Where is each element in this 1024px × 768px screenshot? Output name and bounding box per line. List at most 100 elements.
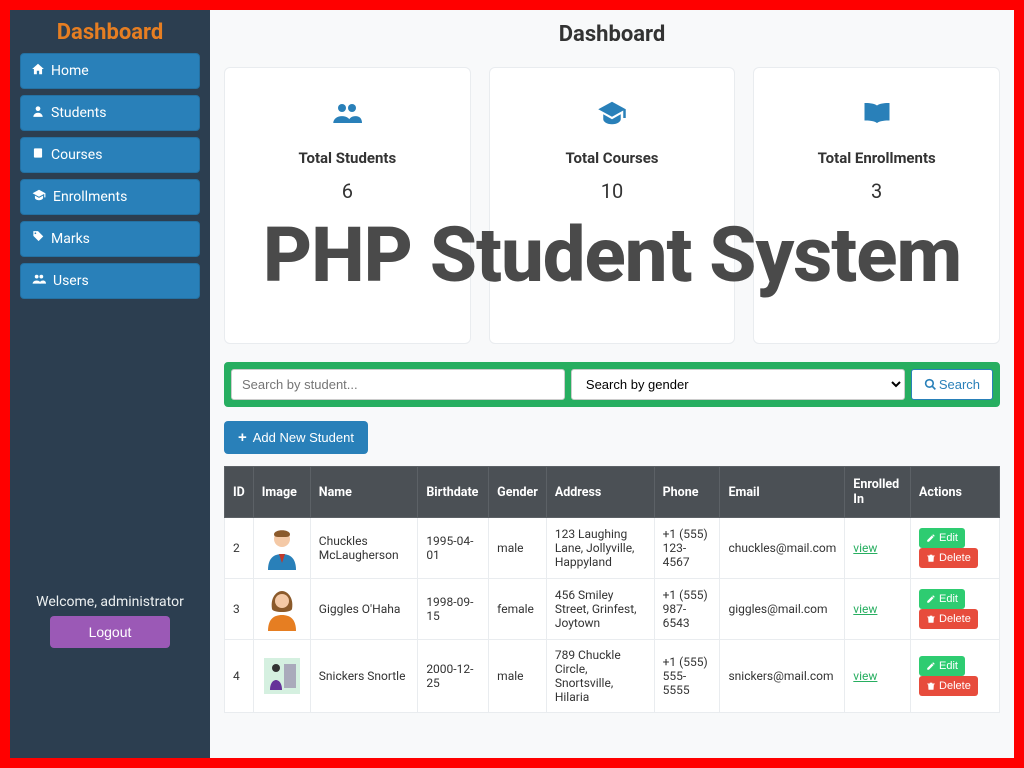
delete-button[interactable]: Delete bbox=[919, 609, 978, 629]
cell-id: 2 bbox=[225, 518, 254, 579]
cell-id: 4 bbox=[225, 640, 254, 713]
stat-card: Total Courses 10 bbox=[489, 67, 736, 344]
delete-button[interactable]: Delete bbox=[919, 676, 978, 696]
plus-icon: + bbox=[238, 429, 247, 446]
sidebar-item-label: Users bbox=[53, 273, 89, 289]
table-row: 3Giggles O'Haha1998-09-15female456 Smile… bbox=[225, 579, 1000, 640]
cell-gender: male bbox=[489, 640, 547, 713]
cell-actions: EditDelete bbox=[911, 640, 1000, 713]
card-label: Total Courses bbox=[500, 149, 725, 167]
card-value: 6 bbox=[235, 179, 460, 203]
cell-address: 456 Smiley Street, Grinfest, Joytown bbox=[546, 579, 654, 640]
card-value: 3 bbox=[764, 179, 989, 203]
stat-card: Total Enrollments 3 bbox=[753, 67, 1000, 344]
cell-name: Chuckles McLaugherson bbox=[310, 518, 418, 579]
column-header: Actions bbox=[911, 467, 1000, 518]
main-content: Dashboard Total Students 6 Total Courses 10… bbox=[210, 10, 1014, 758]
cell-gender: female bbox=[489, 579, 547, 640]
edit-icon bbox=[926, 594, 936, 604]
tag-icon bbox=[31, 230, 51, 248]
book-icon bbox=[31, 146, 51, 164]
column-header: ID bbox=[225, 467, 254, 518]
cell-enrolled: view bbox=[845, 640, 911, 713]
view-link[interactable]: view bbox=[853, 669, 877, 683]
cell-actions: EditDelete bbox=[911, 518, 1000, 579]
view-link[interactable]: view bbox=[853, 602, 877, 616]
column-header: Birthdate bbox=[418, 467, 489, 518]
cell-enrolled: view bbox=[845, 579, 911, 640]
cell-email: chuckles@mail.com bbox=[720, 518, 845, 579]
cell-gender: male bbox=[489, 518, 547, 579]
logout-button[interactable]: Logout bbox=[50, 616, 170, 648]
sidebar-item-users[interactable]: Users bbox=[20, 263, 200, 299]
sidebar-item-label: Marks bbox=[51, 231, 90, 247]
search-icon bbox=[924, 378, 937, 391]
card-value: 10 bbox=[500, 179, 725, 203]
sidebar-item-students[interactable]: Students bbox=[20, 95, 200, 131]
students-table: IDImageNameBirthdateGenderAddressPhoneEm… bbox=[224, 466, 1000, 713]
sidebar-item-label: Students bbox=[51, 105, 106, 121]
column-header: Email bbox=[720, 467, 845, 518]
edit-button[interactable]: Edit bbox=[919, 656, 965, 676]
column-header: Name bbox=[310, 467, 418, 518]
cell-birthdate: 1998-09-15 bbox=[418, 579, 489, 640]
cell-phone: +1 (555) 555-5555 bbox=[654, 640, 720, 713]
delete-button[interactable]: Delete bbox=[919, 548, 978, 568]
cell-email: snickers@mail.com bbox=[720, 640, 845, 713]
graduation-icon bbox=[31, 188, 53, 206]
sidebar-item-marks[interactable]: Marks bbox=[20, 221, 200, 257]
edit-button[interactable]: Edit bbox=[919, 528, 965, 548]
edit-icon bbox=[926, 533, 936, 543]
stat-card: Total Students 6 bbox=[224, 67, 471, 344]
trash-icon bbox=[926, 553, 936, 563]
home-icon bbox=[31, 62, 51, 80]
sidebar-item-label: Courses bbox=[51, 147, 102, 163]
column-header: Image bbox=[253, 467, 310, 518]
avatar bbox=[262, 587, 302, 631]
trash-icon bbox=[926, 614, 936, 624]
page-title: Dashboard bbox=[224, 10, 1000, 67]
graduation-icon bbox=[500, 98, 725, 135]
gender-select[interactable]: Search by gender bbox=[571, 369, 905, 400]
search-bar: Search by gender Search bbox=[224, 362, 1000, 407]
add-student-button[interactable]: + Add New Student bbox=[224, 421, 368, 454]
cell-name: Snickers Snortle bbox=[310, 640, 418, 713]
card-label: Total Enrollments bbox=[764, 149, 989, 167]
table-row: 2 Chuckles McLaugherson1995-04-01male123 … bbox=[225, 518, 1000, 579]
sidebar-item-home[interactable]: Home bbox=[20, 53, 200, 89]
cell-birthdate: 1995-04-01 bbox=[418, 518, 489, 579]
cell-image bbox=[253, 518, 310, 579]
cell-birthdate: 2000-12-25 bbox=[418, 640, 489, 713]
cell-enrolled: view bbox=[845, 518, 911, 579]
search-input[interactable] bbox=[231, 369, 565, 400]
sidebar-item-label: Enrollments bbox=[53, 189, 127, 205]
user-icon bbox=[31, 104, 51, 122]
search-button[interactable]: Search bbox=[911, 369, 993, 400]
cell-address: 123 Laughing Lane, Jollyville, Happyland bbox=[546, 518, 654, 579]
column-header: Enrolled In bbox=[845, 467, 911, 518]
edit-icon bbox=[926, 661, 936, 671]
users-icon bbox=[235, 98, 460, 135]
view-link[interactable]: view bbox=[853, 541, 877, 555]
users-icon bbox=[31, 272, 53, 290]
avatar bbox=[262, 526, 302, 570]
edit-button[interactable]: Edit bbox=[919, 589, 965, 609]
cell-image bbox=[253, 579, 310, 640]
cell-id: 3 bbox=[225, 579, 254, 640]
column-header: Phone bbox=[654, 467, 720, 518]
bookopen-icon bbox=[764, 98, 989, 135]
sidebar-header: Dashboard bbox=[10, 16, 210, 53]
table-row: 4 Snickers Snortle2000-12-25male789 Chuck… bbox=[225, 640, 1000, 713]
column-header: Gender bbox=[489, 467, 547, 518]
avatar bbox=[262, 654, 302, 698]
card-label: Total Students bbox=[235, 149, 460, 167]
cell-address: 789 Chuckle Circle, Snortsville, Hilaria bbox=[546, 640, 654, 713]
welcome-text: Welcome, administrator bbox=[20, 594, 200, 610]
cell-image bbox=[253, 640, 310, 713]
cell-phone: +1 (555) 123-4567 bbox=[654, 518, 720, 579]
trash-icon bbox=[926, 681, 936, 691]
cell-phone: +1 (555) 987-6543 bbox=[654, 579, 720, 640]
cell-email: giggles@mail.com bbox=[720, 579, 845, 640]
sidebar-item-enrollments[interactable]: Enrollments bbox=[20, 179, 200, 215]
sidebar-item-courses[interactable]: Courses bbox=[20, 137, 200, 173]
